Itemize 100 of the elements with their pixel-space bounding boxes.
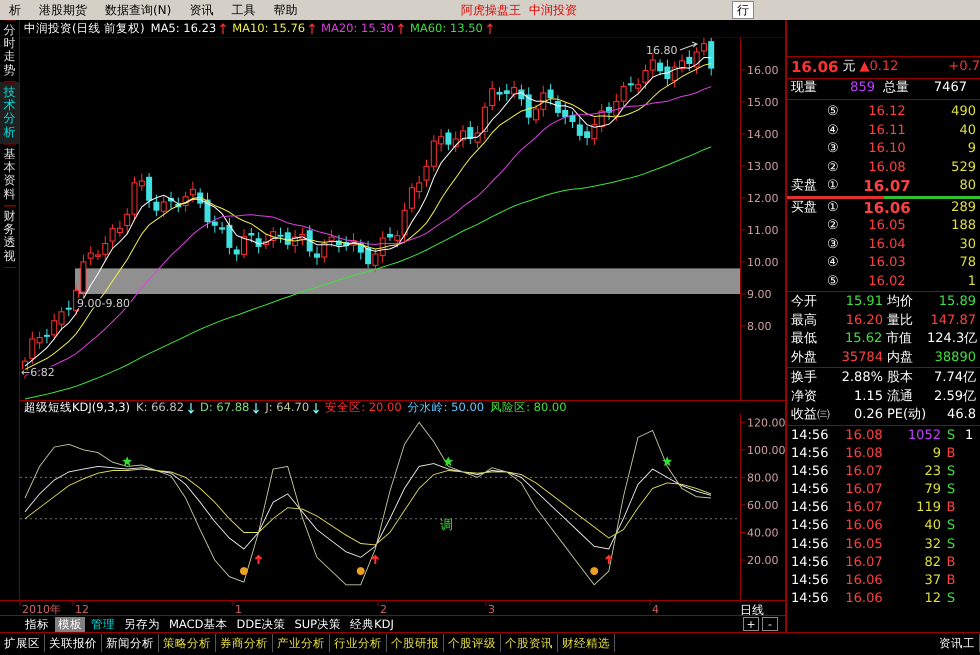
field-label: 股本 [886,369,914,387]
trade-time: 14:56 [791,462,830,481]
bottom-tab[interactable]: 关联报价 [45,634,102,652]
trade-time: 14:56 [791,590,830,608]
field-label: 总量 [883,79,910,97]
book-volume: 30 [958,236,977,254]
trade-volume: 40 [923,517,941,536]
bottom-tab[interactable]: 产业分析 [273,634,330,652]
indicator-tab[interactable]: MACD基本 [166,616,230,632]
bottom-tab[interactable]: 新闻分析 [102,634,159,652]
date-label: 2 [380,603,387,615]
down-arrow-icon [253,402,260,414]
date-label: 12 [75,603,89,615]
field-label: PE(动) [886,406,928,424]
bottom-tab[interactable]: 个股评级 [444,634,501,652]
axis-label: 20.00 [747,554,778,568]
ma-value: MA5: 16.23 [150,20,216,37]
indicator-value: J: 64.70 [265,398,310,416]
menu-item[interactable]: 资讯 [180,0,222,20]
menu-item[interactable]: 工具 [222,0,264,20]
axis-label: 10.00 [747,256,778,269]
trade-side: S [946,462,956,481]
date-label: 2010年 [22,603,61,615]
trade-side: S [946,426,956,444]
level-marker: ④ [827,254,840,272]
level-marker: ③ [827,140,840,158]
price-change: ▲0.12 [859,58,898,76]
menu-item[interactable]: 港股期货 [30,0,96,20]
ma-value: MA20: 15.30 [321,20,394,37]
price-unit: 元 [842,58,856,76]
field-value: 147.87 [930,312,977,330]
bottom-tab[interactable]: 资讯工 [935,634,980,652]
field-label: 内盘 [886,348,914,366]
book-volume: 188 [950,217,977,235]
trade-time: 14:56 [791,554,830,572]
field-value: 35784 [840,348,884,366]
trade-time: 14:56 [791,426,830,444]
book-volume: 9 [966,140,977,158]
menu-item[interactable]: 数据查询(N) [96,0,180,20]
bottom-tab[interactable]: 个股研报 [387,634,444,652]
bottom-tab[interactable]: 策略分析 [159,634,216,652]
trade-extra: 1 [964,426,974,444]
indicator-value: K: 66.82 [136,398,184,416]
field-value: 2.59亿 [933,388,977,406]
trade-side: S [946,481,956,500]
indicator-tab[interactable]: 指标 [22,616,52,632]
trade-time: 14:56 [791,444,830,463]
level-marker: ④ [827,122,840,140]
up-arrow-icon [220,22,226,34]
zone-value: 安全区: 20.00 [325,398,402,416]
trade-time: 14:56 [791,536,830,554]
book-label: 买盘 [791,198,818,216]
book-price: 16.10 [867,140,907,158]
trade-side: S [946,536,956,554]
book-volume: 490 [950,103,977,121]
indicator-title: 超级短线KDJ(9,3,3) [24,398,130,416]
axis-label: 60.00 [747,498,778,512]
zoom-button[interactable]: - [762,617,778,631]
indicator-tab[interactable]: 经典KDJ [347,616,397,632]
trade-volume: 23 [923,462,941,481]
trade-side: B [946,572,956,590]
level-marker: ② [827,158,840,176]
field-value: 38890 [934,348,977,366]
trade-volume: 12 [923,590,941,608]
indicator-tab[interactable]: 模板 [55,616,85,632]
bottom-tab[interactable]: 扩展区 [0,634,45,652]
trade-volume: 9 [932,444,941,463]
field-value: 124.3亿 [927,330,978,348]
indicator-tab[interactable]: 另存为 [121,616,163,632]
bottom-tab[interactable]: 券商分析 [216,634,273,652]
indicator-tab[interactable]: SUP决策 [291,616,344,632]
trade-price: 16.06 [844,517,884,536]
book-price: 16.11 [867,122,907,140]
menu-button[interactable]: 行 [732,1,754,19]
book-price: 16.04 [867,236,907,254]
trade-side: B [946,554,956,572]
zoom-button[interactable]: + [743,617,759,631]
side-tab[interactable]: 技术分析 [0,82,19,144]
axis-label: 120.00 [747,416,785,430]
field-value: 15.62 [844,330,884,348]
menu-item[interactable]: 帮助 [264,0,306,20]
indicator-tab[interactable]: 管理 [88,616,118,632]
high-price-label: 16.80 [646,44,678,57]
up-arrow-icon [398,22,404,34]
indicator-tab[interactable]: DDE决策 [233,616,288,632]
bottom-tab[interactable]: 行业分析 [330,634,387,652]
axis-label: 15.00 [747,96,778,109]
field-label: 外盘 [791,348,818,366]
bottom-tab[interactable]: 个股资讯 [501,634,558,652]
book-price: 16.08 [867,158,907,176]
bottom-tab[interactable]: 财经精选 [558,634,615,652]
period-label: 日线 [740,602,764,615]
field-value: 859 [849,79,876,97]
menu-item[interactable]: 析 [0,0,30,20]
up-arrow-icon [486,22,493,34]
axis-label: 9.00 [747,288,772,301]
field-label: 市值 [886,330,914,348]
field-label: 最高 [791,312,818,330]
book-price: 16.06 [862,198,912,217]
field-value: 46.8 [946,406,977,424]
